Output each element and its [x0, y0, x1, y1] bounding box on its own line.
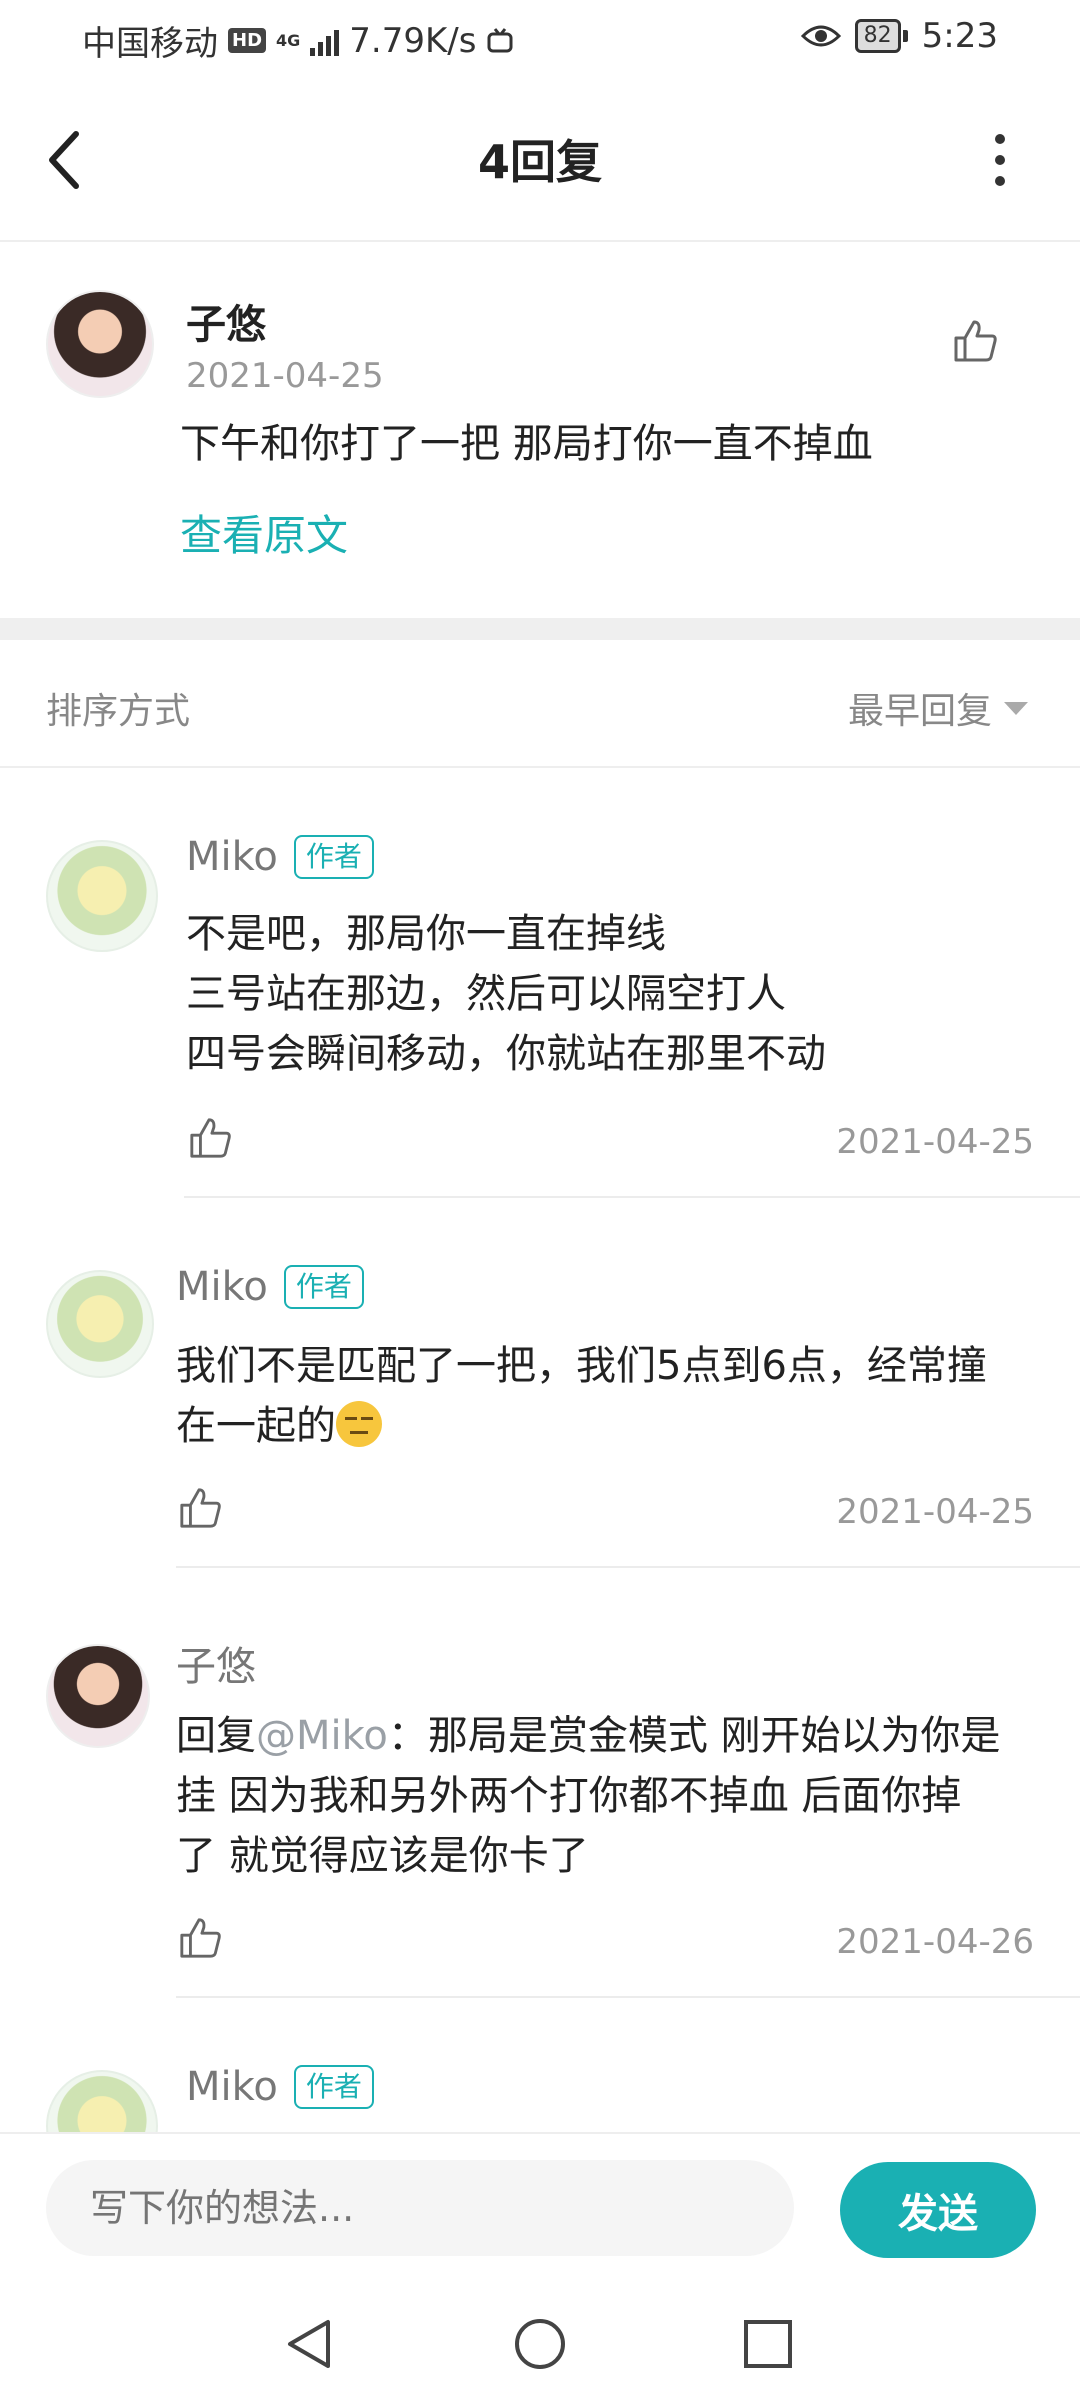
reply-date: 2021-04-26	[836, 1922, 1034, 1962]
hd-icon: HD	[228, 28, 267, 53]
thumbs-up-icon	[180, 1918, 221, 1958]
reply-header: Miko 作者	[176, 1264, 364, 1310]
comment-input[interactable]	[46, 2160, 794, 2256]
avatar[interactable]	[46, 1644, 150, 1748]
thumbs-up-icon	[954, 320, 997, 362]
nav-home-button[interactable]	[512, 2316, 568, 2376]
title-bar: 4回复	[0, 80, 1080, 242]
like-button[interactable]	[188, 1116, 232, 1164]
expressionless-face-icon	[336, 1401, 382, 1447]
battery-icon: 82	[854, 19, 908, 53]
avatar[interactable]	[46, 1270, 154, 1378]
reply-author-name[interactable]: 子悠	[176, 1634, 256, 1692]
reply-divider	[184, 1196, 1080, 1198]
tv-icon	[487, 27, 513, 52]
triangle-back-icon	[288, 2320, 330, 2368]
more-options-button[interactable]	[970, 125, 1030, 195]
page-title: 4回复	[477, 135, 602, 189]
like-button[interactable]	[952, 318, 998, 368]
section-divider	[0, 618, 1080, 640]
view-original-link[interactable]: 查看原文	[180, 502, 348, 563]
original-author-name[interactable]: 子悠	[186, 292, 266, 350]
author-badge: 作者	[293, 2065, 374, 2109]
reply-author-name[interactable]: Miko	[186, 2064, 278, 2110]
network-type-icon: 4G	[276, 31, 301, 50]
reply-line: 在一起的	[176, 1403, 336, 1449]
reply-author-name[interactable]: Miko	[186, 834, 278, 880]
avatar[interactable]	[46, 840, 158, 952]
original-text: 下午和你打了一把 那局打你一直不掉血	[180, 421, 873, 467]
reply-header: Miko 作者	[186, 2064, 374, 2110]
sort-bar: 排序方式 最早回复	[0, 640, 1080, 768]
signal-icon	[310, 26, 340, 56]
reply-line: 我们不是匹配了一把，我们5点到6点，经常撞	[176, 1343, 987, 1389]
caret-down-icon	[1004, 701, 1028, 715]
thumbs-up-icon	[190, 1118, 231, 1158]
sort-label: 排序方式	[46, 691, 191, 732]
reply-text: 不是吧，那局你一直在掉线 三号站在那边，然后可以隔空打人 四号会瞬间移动，你就站…	[186, 904, 826, 1084]
reply-line: 三号站在那边，然后可以隔空打人	[186, 971, 786, 1017]
reply-line: 不是吧，那局你一直在掉线	[186, 911, 666, 957]
like-button[interactable]	[178, 1486, 222, 1534]
reply-date: 2021-04-25	[836, 1492, 1034, 1532]
reply-line: 那局是赏金模式 刚开始以为你是	[427, 1713, 1001, 1759]
carrier-label: 中国移动	[82, 24, 218, 64]
reply-header: Miko 作者	[186, 834, 374, 880]
more-vertical-icon	[995, 134, 1005, 186]
reply-colon: ：	[387, 1713, 428, 1759]
nav-recents-button[interactable]	[742, 2318, 794, 2374]
author-badge: 作者	[283, 1265, 364, 1309]
system-nav-bar	[0, 2286, 1080, 2400]
sort-selected: 最早回复	[847, 691, 992, 732]
avatar[interactable]	[46, 290, 154, 398]
circle-home-icon	[515, 2319, 565, 2369]
reply-line: 挂 因为我和另外两个打你都不掉血 后面你掉	[176, 1773, 962, 1819]
composer-bar: 发送	[0, 2132, 1080, 2286]
battery-level: 82	[854, 19, 901, 53]
reply-line: 了 就觉得应该是你卡了	[176, 1833, 589, 1879]
status-bar: 中国移动 HD 4G 7.79K/s 82 5:23	[0, 0, 1080, 76]
thumbs-up-icon	[180, 1488, 221, 1528]
eye-icon	[800, 25, 841, 47]
nav-back-button[interactable]	[282, 2316, 336, 2376]
reply-prefix: 回复	[176, 1713, 256, 1759]
reply-date: 2021-04-25	[836, 1122, 1034, 1162]
like-button[interactable]	[178, 1916, 222, 1964]
reply-text: 我们不是匹配了一把，我们5点到6点，经常撞 在一起的	[176, 1336, 987, 1456]
square-recents-icon	[744, 2320, 792, 2368]
reply-divider	[176, 1996, 1080, 1998]
reply-author-name[interactable]: Miko	[176, 1264, 268, 1310]
mention-link[interactable]: @Miko	[256, 1713, 388, 1759]
reply-line: 四号会瞬间移动，你就站在那里不动	[186, 1031, 826, 1077]
reply-text: 回复@Miko：那局是赏金模式 刚开始以为你是 挂 因为我和另外两个打你都不掉血…	[176, 1706, 1001, 1886]
original-date: 2021-04-25	[186, 356, 384, 396]
author-badge: 作者	[293, 835, 374, 879]
clock: 5:23	[921, 16, 998, 56]
send-button[interactable]: 发送	[840, 2162, 1036, 2258]
sort-dropdown[interactable]: 最早回复	[848, 682, 1028, 734]
network-speed: 7.79K/s	[349, 20, 477, 61]
reply-divider	[176, 1566, 1080, 1568]
